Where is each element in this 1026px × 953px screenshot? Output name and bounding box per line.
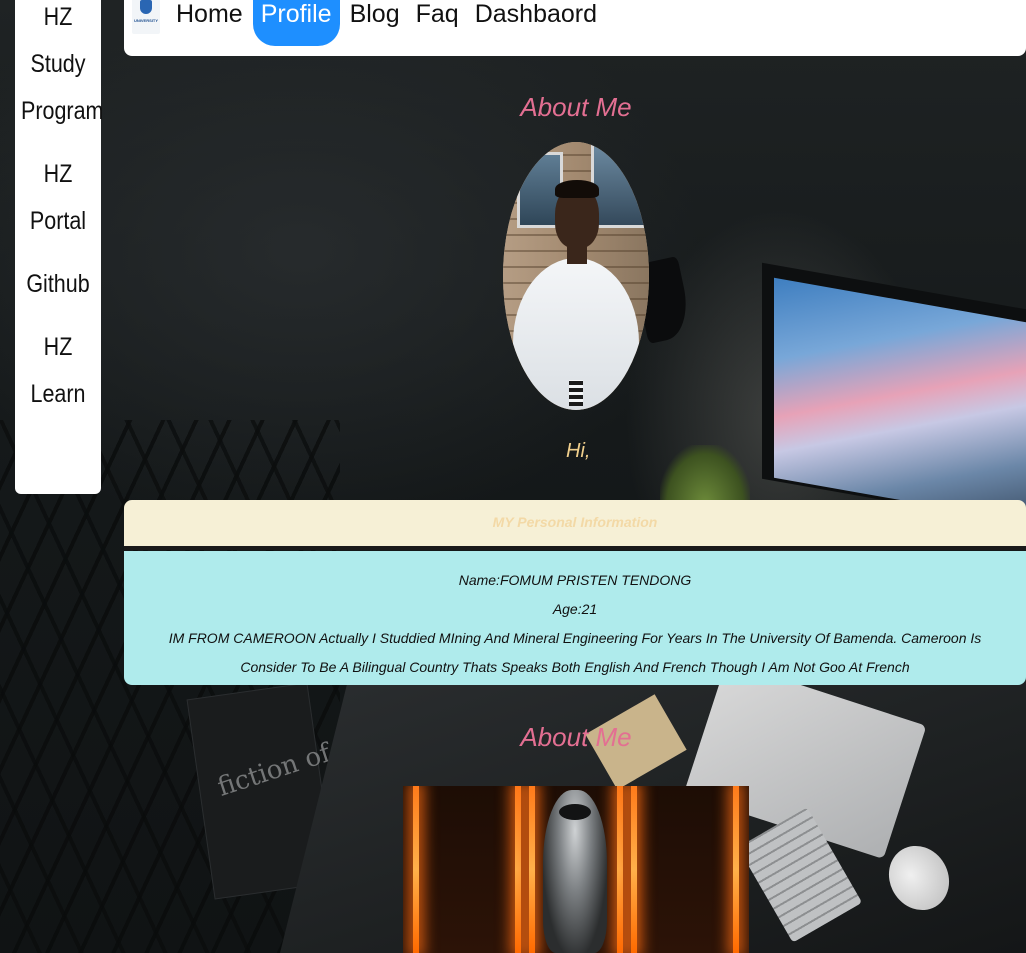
- nav-faq[interactable]: Faq: [408, 0, 467, 46]
- personal-info-header: MY Personal Information: [124, 500, 1026, 546]
- nav-dashboard[interactable]: Dashbaord: [467, 0, 605, 46]
- info-name: Name:FOMUM PRISTEN TENDONG: [458, 572, 692, 588]
- about-me-title: About Me: [520, 92, 632, 122]
- sidebar-item-hz-learn[interactable]: HZ Learn: [21, 324, 95, 418]
- personal-info-body: Name:FOMUM PRISTEN TENDONG Age:21 IM FRO…: [124, 551, 1026, 685]
- university-logo[interactable]: UNIVERSITY: [132, 0, 160, 34]
- featured-image: [403, 786, 749, 953]
- about-me-title-2: About Me: [520, 722, 632, 752]
- top-navigation: UNIVERSITY Home Profile Blog Faq Dashbao…: [124, 0, 1026, 56]
- sidebar-item-label: HZ Study: [30, 3, 86, 78]
- info-age: Age:21: [552, 601, 598, 617]
- nav-links: Home Profile Blog Faq Dashbaord: [168, 0, 605, 56]
- sidebar: HZ Study Program HZ Portal Github HZ Lea…: [15, 0, 103, 494]
- background-desk-plant: [660, 445, 750, 505]
- profile-avatar: [503, 142, 649, 410]
- sidebar-item-label: Program: [21, 97, 104, 125]
- personal-info-heading: MY Personal Information: [492, 514, 658, 530]
- divider: [124, 546, 1026, 550]
- info-bio: IM FROM CAMEROON Actually I Studdied MIn…: [168, 630, 982, 675]
- logo-text: UNIVERSITY: [133, 18, 158, 23]
- logo-shield-icon: [140, 0, 152, 14]
- greeting-text: Hi,: [566, 440, 591, 462]
- sidebar-item-hz-portal[interactable]: HZ Portal: [21, 151, 95, 245]
- nav-profile[interactable]: Profile: [252, 0, 340, 46]
- nav-home[interactable]: Home: [168, 0, 251, 46]
- sidebar-item-hz-study-program[interactable]: HZ Study Program: [21, 0, 103, 135]
- nav-blog[interactable]: Blog: [342, 0, 408, 46]
- sidebar-item-github[interactable]: Github: [21, 261, 95, 308]
